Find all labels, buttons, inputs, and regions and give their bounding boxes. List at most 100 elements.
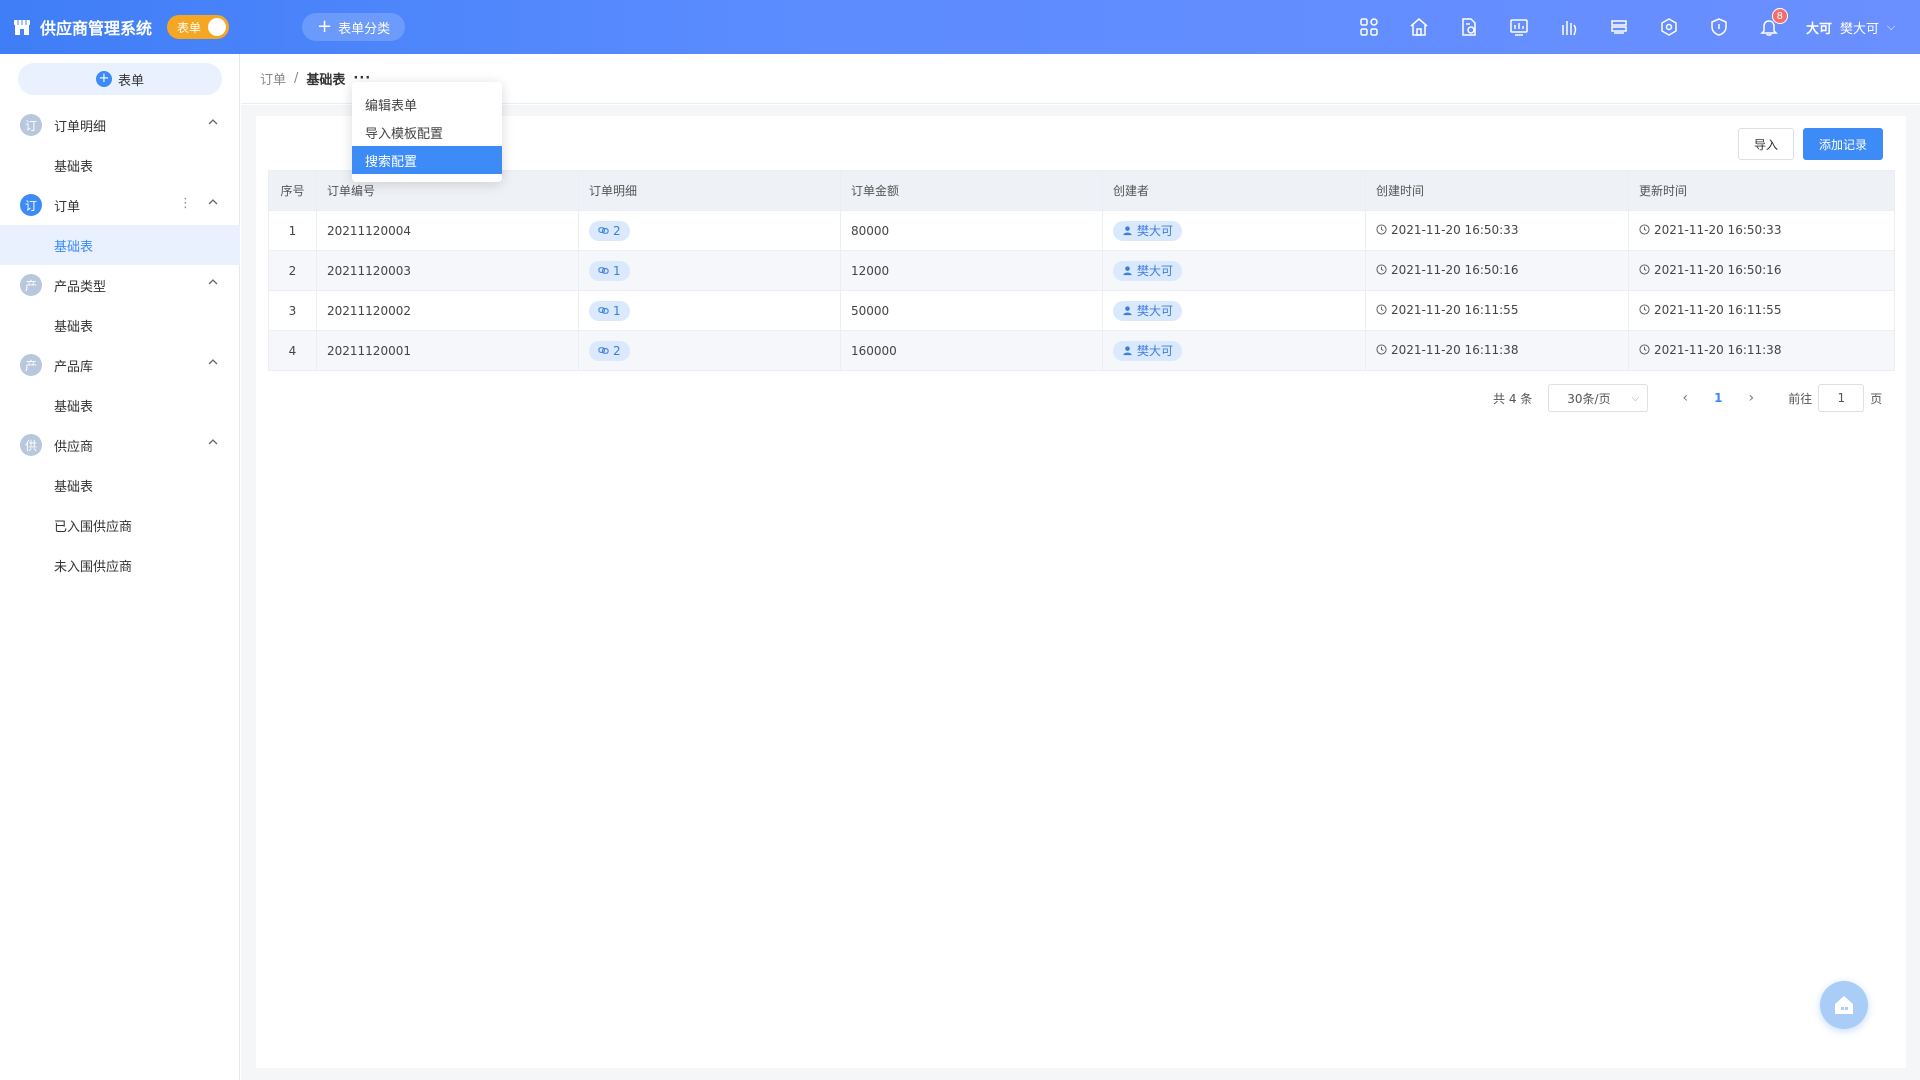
table-row[interactable]: 2 20211120003 1 12000 樊大可 2021-11-20 16:… bbox=[268, 250, 1895, 291]
column-header[interactable]: 订单金额 bbox=[840, 170, 1103, 211]
order-detail-cell[interactable]: 2 bbox=[578, 210, 841, 251]
menu-item-edit-form[interactable]: 编辑表单 bbox=[352, 90, 502, 118]
floating-home-button[interactable] bbox=[1820, 981, 1868, 1029]
detail-count: 2 bbox=[613, 343, 621, 358]
next-page-button[interactable]: › bbox=[1736, 390, 1766, 406]
data-table: 序号 订单编号 订单明细 订单金额 创建者 创建时间 更新时间 1 202111… bbox=[268, 170, 1895, 371]
menu-item-search-config[interactable]: 搜索配置 bbox=[352, 146, 502, 174]
bar-chart-icon[interactable] bbox=[1558, 16, 1580, 38]
creator-cell[interactable]: 樊大可 bbox=[1102, 250, 1366, 291]
creator-cell[interactable]: 樊大可 bbox=[1102, 290, 1366, 331]
column-header[interactable]: 订单明细 bbox=[578, 170, 841, 211]
amount-cell[interactable]: 160000 bbox=[840, 330, 1103, 371]
table-row[interactable]: 3 20211120002 1 50000 樊大可 2021-11-20 16:… bbox=[268, 290, 1895, 331]
creator-name: 樊大可 bbox=[1137, 224, 1174, 238]
sidebar-item-product-library-base[interactable]: 基础表 bbox=[0, 385, 240, 425]
amount-cell[interactable]: 50000 bbox=[840, 290, 1103, 331]
chevron-up-icon[interactable] bbox=[208, 437, 218, 447]
table-row[interactable]: 1 20211120004 2 80000 樊大可 2021-11-20 16:… bbox=[268, 210, 1895, 251]
sidebar-group-order[interactable]: 订 订单 ⋮ bbox=[0, 185, 240, 225]
updated-time-cell: 2021-11-20 16:11:55 bbox=[1628, 290, 1895, 331]
new-form-label: 表单 bbox=[117, 73, 144, 89]
creator-cell[interactable]: 樊大可 bbox=[1102, 330, 1366, 371]
column-header[interactable]: 创建者 bbox=[1102, 170, 1366, 211]
page-number-current[interactable]: 1 bbox=[1700, 391, 1736, 405]
sidebar-group-label: 供应商 bbox=[54, 439, 94, 455]
amount-cell[interactable]: 80000 bbox=[840, 210, 1103, 251]
top-header: 供应商管理系统 表单 + 表单分类 8 大可 樊大可 ⌵ bbox=[0, 0, 1920, 54]
order-detail-cell[interactable]: 1 bbox=[578, 290, 841, 331]
clock-icon bbox=[1376, 224, 1387, 235]
sidebar-item-supplier-base[interactable]: 基础表 bbox=[0, 465, 240, 505]
goto-page-input[interactable]: 1 bbox=[1818, 384, 1865, 412]
sidebar-item-unlisted-suppliers[interactable]: 未入围供应商 bbox=[0, 545, 240, 585]
detail-link-tag[interactable]: 2 bbox=[589, 340, 630, 361]
sidebar-item-product-type-base[interactable]: 基础表 bbox=[0, 305, 240, 345]
pagination: 共 4 条 30条/页 ⌵ ‹ 1 › 前往 1 页 bbox=[1493, 384, 1882, 412]
column-header[interactable]: 创建时间 bbox=[1365, 170, 1629, 211]
clock-icon bbox=[1639, 224, 1650, 235]
mode-toggle-label: 表单 bbox=[177, 20, 202, 35]
shield-icon[interactable] bbox=[1708, 16, 1730, 38]
detail-count: 1 bbox=[613, 303, 621, 318]
detail-count: 2 bbox=[613, 223, 621, 238]
sidebar-item-shortlisted-suppliers[interactable]: 已入围供应商 bbox=[0, 505, 240, 545]
chevron-up-icon[interactable] bbox=[208, 197, 218, 207]
more-vertical-icon[interactable]: ⋮ bbox=[179, 196, 192, 211]
chevron-up-icon[interactable] bbox=[208, 277, 218, 287]
sidebar: + 表单 订 订单明细 基础表 订 订单 ⋮ 基础表 产 产品类型 基础表 产 … bbox=[0, 54, 240, 1080]
creator-tag: 樊大可 bbox=[1113, 340, 1183, 361]
mode-toggle[interactable]: 表单 bbox=[167, 15, 229, 39]
order-number-cell[interactable]: 20211120004 bbox=[316, 210, 579, 251]
sidebar-item-order-base[interactable]: 基础表 bbox=[0, 225, 240, 265]
link-icon bbox=[598, 347, 609, 354]
plus-circle-icon: + bbox=[95, 71, 112, 87]
group-letter-icon: 供 bbox=[20, 434, 42, 456]
dashboard-icon[interactable] bbox=[1508, 16, 1530, 38]
new-form-button[interactable]: + 表单 bbox=[18, 63, 222, 95]
breadcrumb-parent[interactable]: 订单 bbox=[260, 69, 286, 88]
order-number-cell[interactable]: 20211120002 bbox=[316, 290, 579, 331]
sidebar-group-order-detail[interactable]: 订 订单明细 bbox=[0, 105, 240, 145]
menu-item-import-template-config[interactable]: 导入模板配置 bbox=[352, 118, 502, 146]
creator-tag: 樊大可 bbox=[1113, 220, 1183, 241]
chevron-up-icon[interactable] bbox=[208, 117, 218, 127]
home-icon[interactable] bbox=[1408, 16, 1430, 38]
order-number-cell[interactable]: 20211120001 bbox=[316, 330, 579, 371]
user-menu[interactable]: 大可 樊大可 ⌵ bbox=[1806, 0, 1895, 54]
prev-page-button[interactable]: ‹ bbox=[1670, 390, 1700, 406]
sidebar-group-product-type[interactable]: 产 产品类型 bbox=[0, 265, 240, 305]
amount-cell[interactable]: 12000 bbox=[840, 250, 1103, 291]
brand[interactable]: 供应商管理系统 bbox=[12, 0, 152, 54]
detail-count: 1 bbox=[613, 263, 621, 278]
add-record-button[interactable]: 添加记录 bbox=[1803, 128, 1883, 160]
detail-link-tag[interactable]: 1 bbox=[589, 260, 630, 281]
table-row[interactable]: 4 20211120001 2 160000 樊大可 2021-11-20 16… bbox=[268, 330, 1895, 371]
user-icon bbox=[1123, 226, 1132, 236]
network-icon[interactable] bbox=[1658, 16, 1680, 38]
detail-link-tag[interactable]: 2 bbox=[589, 220, 630, 241]
creator-tag: 樊大可 bbox=[1113, 260, 1183, 281]
sidebar-group-supplier[interactable]: 供 供应商 bbox=[0, 425, 240, 465]
column-header[interactable]: 更新时间 bbox=[1628, 170, 1895, 211]
order-number-cell[interactable]: 20211120003 bbox=[316, 250, 579, 291]
chevron-down-icon: ⌵ bbox=[1631, 392, 1640, 404]
order-detail-cell[interactable]: 2 bbox=[578, 330, 841, 371]
creator-cell[interactable]: 樊大可 bbox=[1102, 210, 1366, 251]
row-index: 2 bbox=[268, 250, 317, 291]
sidebar-item-order-detail-base[interactable]: 基础表 bbox=[0, 145, 240, 185]
order-detail-cell[interactable]: 1 bbox=[578, 250, 841, 291]
clock-icon bbox=[1639, 304, 1650, 315]
import-button[interactable]: 导入 bbox=[1738, 128, 1794, 160]
database-icon[interactable] bbox=[1608, 16, 1630, 38]
apps-grid-icon[interactable] bbox=[1358, 16, 1380, 38]
updated-time-cell: 2021-11-20 16:50:16 bbox=[1628, 250, 1895, 291]
detail-link-tag[interactable]: 1 bbox=[589, 300, 630, 321]
sidebar-group-product-library[interactable]: 产 产品库 bbox=[0, 345, 240, 385]
chevron-up-icon[interactable] bbox=[208, 357, 218, 367]
link-icon bbox=[598, 307, 609, 314]
bell-icon[interactable]: 8 bbox=[1758, 8, 1788, 38]
form-category-button[interactable]: + 表单分类 bbox=[302, 13, 406, 41]
page-size-select[interactable]: 30条/页 ⌵ bbox=[1548, 384, 1649, 412]
document-settings-icon[interactable] bbox=[1458, 16, 1480, 38]
